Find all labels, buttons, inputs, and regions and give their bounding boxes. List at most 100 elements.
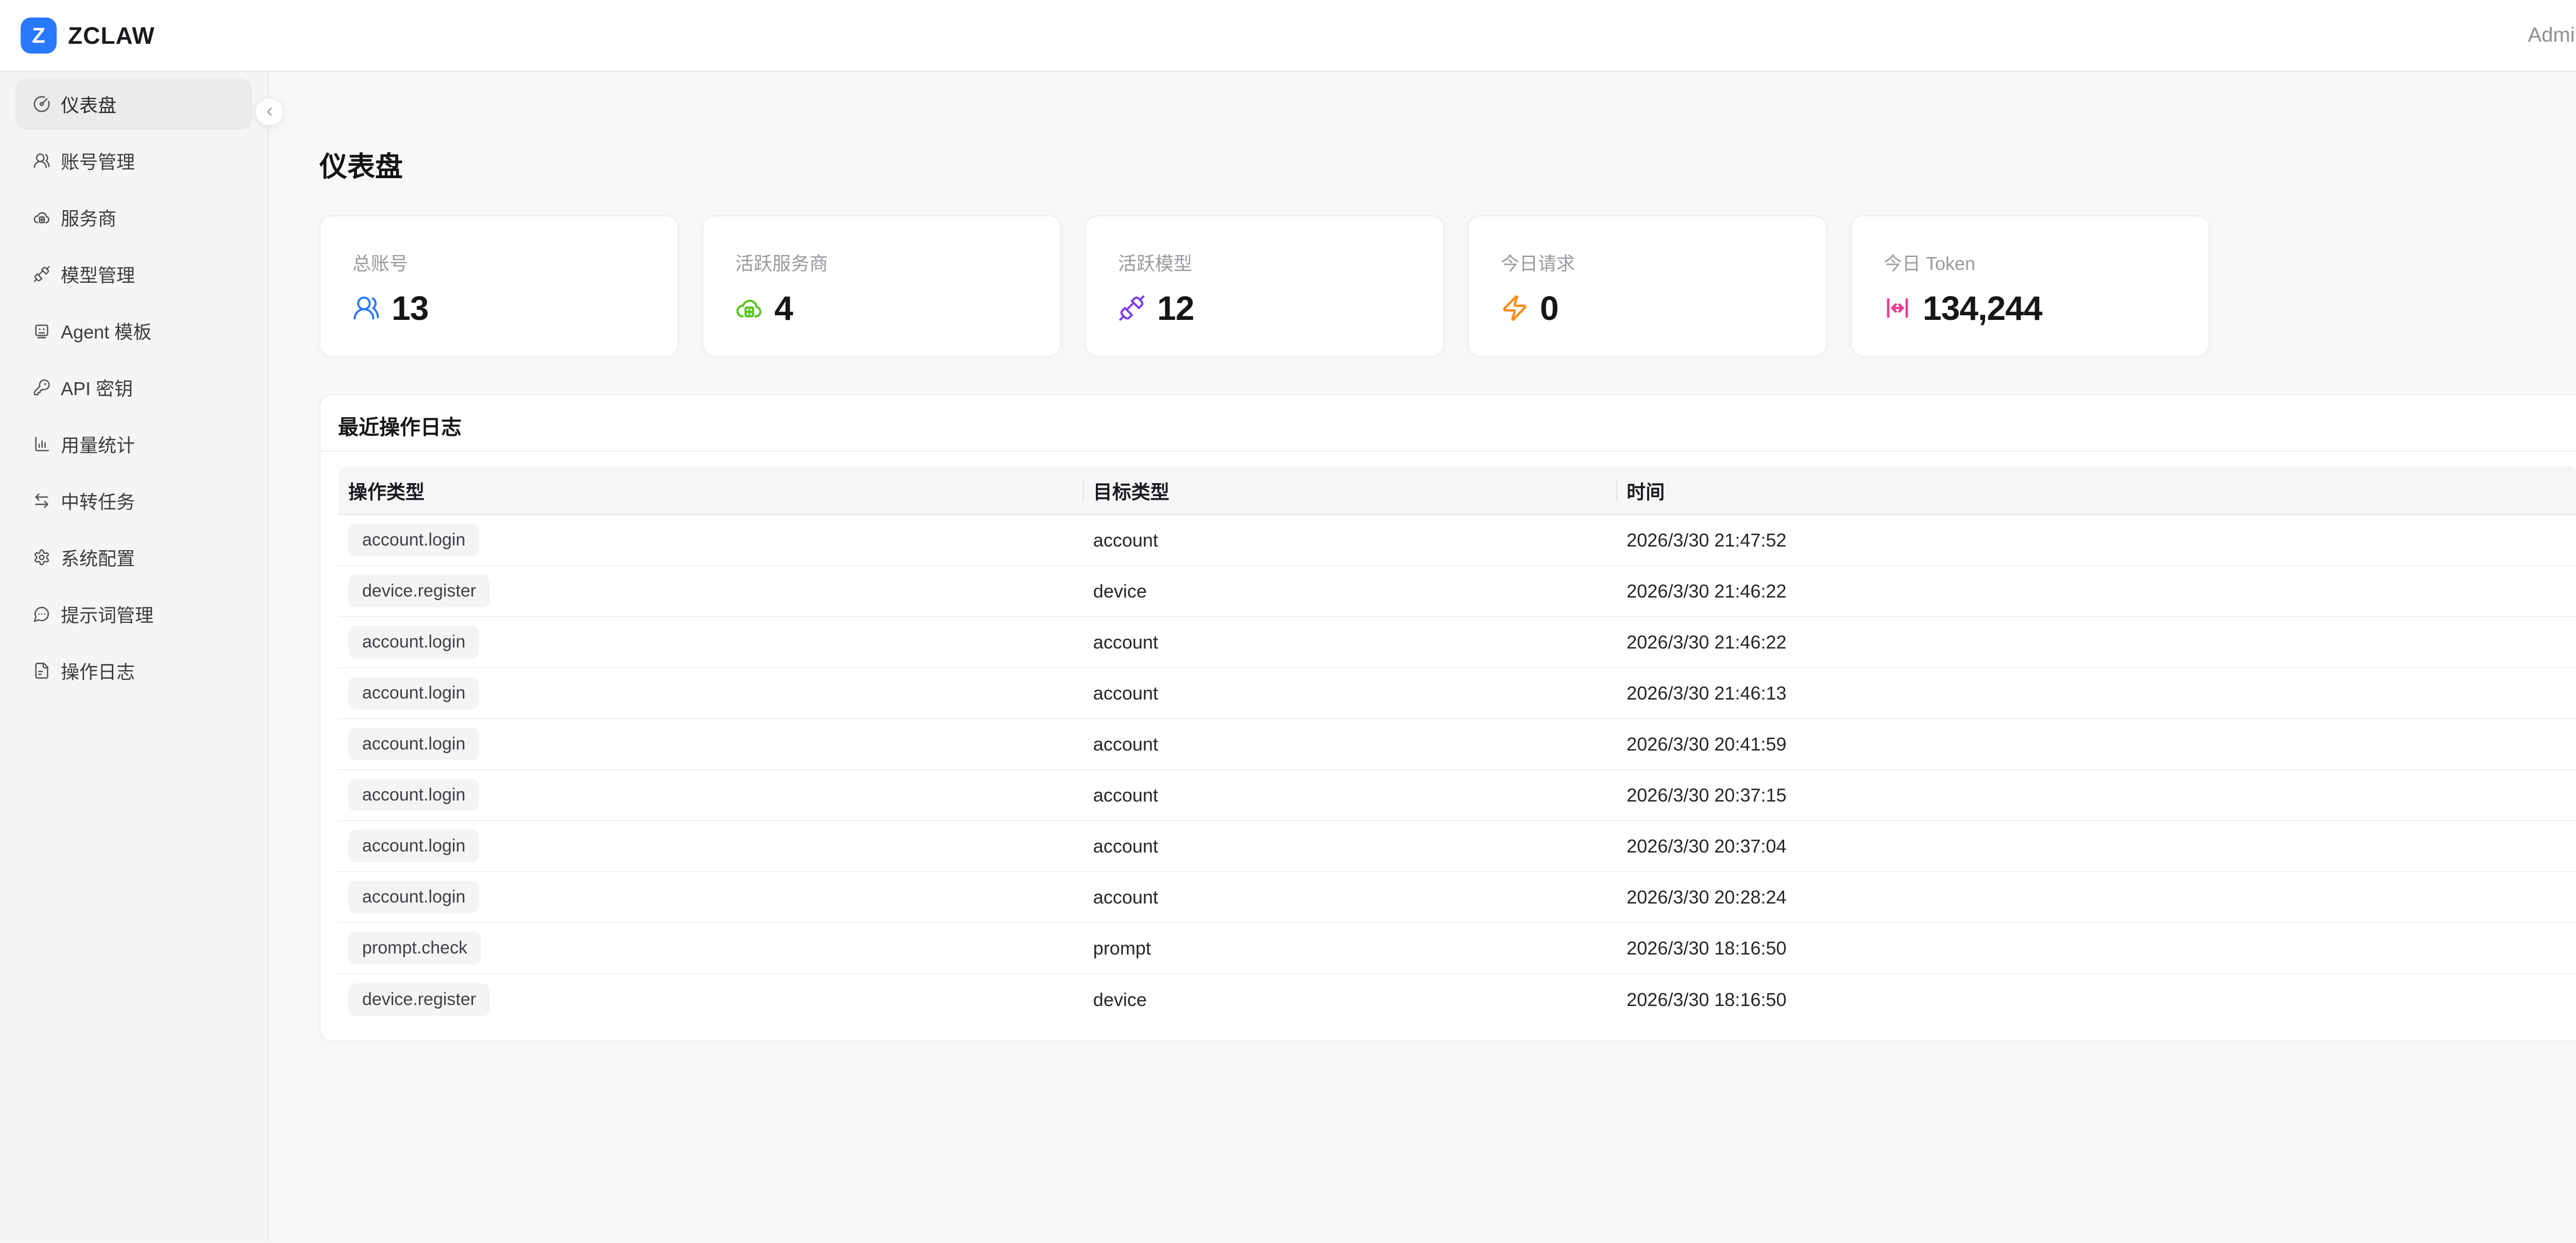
logs-table: 操作类型目标类型时间 account.loginaccount2026/3/30… — [338, 466, 2576, 1025]
sidebar: 仪表盘账号管理服务商模型管理 Agent 模板 API 密钥用量统计中转任务系统配置… — [0, 72, 269, 1241]
cloud-server-icon — [33, 209, 50, 226]
stat-card-value: 4 — [774, 288, 793, 328]
log-time-cell: 2026/3/30 21:47:52 — [1616, 515, 2576, 565]
log-action-badge: device.register — [348, 575, 490, 607]
stat-card: 今日 Token 134,244 — [1851, 215, 2210, 357]
log-row: device.register device2026/3/30 18:16:50 — [338, 974, 2576, 1025]
sidebar-item-label: 仪表盘 — [61, 91, 116, 117]
log-row: account.login account2026/3/30 21:46:22 — [338, 617, 2576, 668]
log-time-cell: 2026/3/30 20:37:04 — [1616, 821, 2576, 871]
stat-card-value-row: 134,244 — [1884, 288, 2183, 328]
sidebar-item-label: 模型管理 — [61, 261, 135, 287]
log-action-badge: account.login — [348, 830, 479, 862]
log-target-cell: device — [1083, 566, 1616, 616]
sidebar-item-api-密钥[interactable]: API 密钥 — [15, 362, 252, 413]
brand-logo-icon: Z — [21, 18, 57, 54]
stat-card-label: 今日 Token — [1884, 252, 2183, 275]
gear-icon — [33, 549, 50, 566]
log-time-cell: 2026/3/30 18:16:50 — [1616, 974, 2576, 1025]
sidebar-item-label: 系统配置 — [61, 544, 135, 571]
sidebar-item-账号管理[interactable]: 账号管理 — [15, 135, 252, 186]
main-content: 仪表盘 总账号13活跃服务商4活跃模型12今日请求0今日 Token134,24… — [269, 72, 2576, 1241]
sidebar-item-agent-模板[interactable]: Agent 模板 — [15, 305, 252, 356]
sidebar-item-系统配置[interactable]: 系统配置 — [15, 532, 252, 583]
log-time-cell: 2026/3/30 21:46:22 — [1616, 617, 2576, 667]
log-action-cell: account.login — [338, 719, 1083, 769]
log-action-badge: account.login — [348, 728, 479, 760]
plug-icon — [1118, 294, 1146, 322]
stat-card-value-row: 4 — [735, 288, 1035, 328]
log-row: account.login account2026/3/30 20:37:04 — [338, 821, 2576, 872]
chevron-left-icon — [263, 105, 276, 118]
sidebar-item-服务商[interactable]: 服务商 — [15, 192, 252, 243]
log-row: account.login account2026/3/30 20:28:24 — [338, 872, 2576, 923]
log-time-cell: 2026/3/30 21:46:13 — [1616, 668, 2576, 718]
log-target-cell: account — [1083, 770, 1616, 820]
stat-card-label: 活跃模型 — [1118, 252, 1417, 275]
brand-logo-letter: Z — [32, 23, 45, 48]
log-row: prompt.checkprompt2026/3/30 18:16:50 — [338, 923, 2576, 974]
log-target-cell: account — [1083, 821, 1616, 871]
stat-card-label: 总账号 — [352, 252, 652, 275]
logs-table-body: account.loginaccount2026/3/30 21:47:52de… — [338, 515, 2576, 1025]
app: Z ZCLAW Admin 仪表盘账号管理服务商模型管理 Agent 模板 API … — [0, 0, 2576, 1241]
sidebar-item-label: API 密钥 — [61, 374, 133, 401]
plug-icon — [33, 265, 50, 283]
stats-cards: 总账号13活跃服务商4活跃模型12今日请求0今日 Token134,244 — [319, 215, 2576, 357]
log-row: account.loginaccount2026/3/30 21:47:52 — [338, 515, 2576, 566]
log-row: account.loginaccount2026/3/30 21:46:13 — [338, 668, 2576, 719]
log-action-badge: account.login — [348, 524, 479, 556]
users-icon — [352, 294, 380, 322]
log-action-cell: account.login — [338, 770, 1083, 820]
sidebar-item-提示词管理[interactable]: 提示词管理 — [15, 588, 252, 640]
log-row: account.login account2026/3/30 20:37:15 — [338, 770, 2576, 821]
log-action-cell: prompt.check — [338, 923, 1083, 973]
brand[interactable]: Z ZCLAW — [21, 18, 155, 54]
logs-column-header: 时间 — [1616, 466, 2576, 514]
sidebar-item-模型管理[interactable]: 模型管理 — [15, 248, 252, 300]
transfer-arrows-icon — [33, 492, 50, 509]
sidebar-item-中转任务[interactable]: 中转任务 — [15, 475, 252, 526]
log-target-cell: account — [1083, 872, 1616, 922]
logs-table-header: 操作类型目标类型时间 — [338, 466, 2576, 515]
user-menu[interactable]: Admin — [2528, 24, 2576, 47]
robot-icon — [33, 322, 50, 339]
top-header: Z ZCLAW Admin — [0, 0, 2576, 72]
logs-column-header: 操作类型 — [338, 466, 1083, 514]
log-target-cell: device — [1083, 974, 1616, 1025]
sidebar-item-label: 用量统计 — [61, 431, 135, 457]
sidebar-collapse-button[interactable] — [255, 97, 284, 126]
log-time-cell: 2026/3/30 20:37:15 — [1616, 770, 2576, 820]
sidebar-item-label: 提示词管理 — [61, 601, 154, 627]
log-action-badge: account.login — [348, 881, 479, 913]
token-width-icon — [1884, 294, 1911, 322]
stat-card-value-row: 12 — [1118, 288, 1417, 328]
log-action-badge: account.login — [348, 779, 479, 811]
sidebar-item-label: Agent 模板 — [61, 317, 151, 344]
log-action-cell: device.register — [338, 566, 1083, 616]
log-time-cell: 2026/3/30 20:41:59 — [1616, 719, 2576, 769]
sidebar-item-label: 账号管理 — [61, 147, 135, 174]
zap-icon — [1501, 294, 1529, 322]
stat-card-value: 12 — [1157, 288, 1194, 328]
sidebar-item-仪表盘[interactable]: 仪表盘 — [15, 78, 252, 130]
log-action-cell: account.login — [338, 821, 1083, 871]
log-action-cell: account.login — [338, 668, 1083, 718]
log-action-cell: device.register — [338, 974, 1083, 1025]
sidebar-item-label: 服务商 — [61, 204, 116, 231]
log-target-cell: account — [1083, 617, 1616, 667]
message-dots-icon — [33, 605, 50, 623]
log-action-cell: account.login — [338, 515, 1083, 565]
sidebar-item-label: 中转任务 — [61, 487, 135, 514]
stat-card: 活跃模型 12 — [1085, 215, 1444, 357]
sidebar-item-操作日志[interactable]: 操作日志 — [15, 645, 252, 696]
log-action-badge: device.register — [348, 983, 490, 1016]
log-action-badge: account.login — [348, 626, 479, 658]
logs-panel: 最近操作日志 操作类型目标类型时间 account.loginaccount20… — [319, 394, 2576, 1042]
log-time-cell: 2026/3/30 20:28:24 — [1616, 872, 2576, 922]
sidebar-item-用量统计[interactable]: 用量统计 — [15, 418, 252, 470]
stat-card-value: 13 — [392, 288, 428, 328]
log-target-cell: account — [1083, 719, 1616, 769]
sidebar-item-label: 操作日志 — [61, 657, 135, 684]
stat-card: 总账号 13 — [319, 215, 679, 357]
